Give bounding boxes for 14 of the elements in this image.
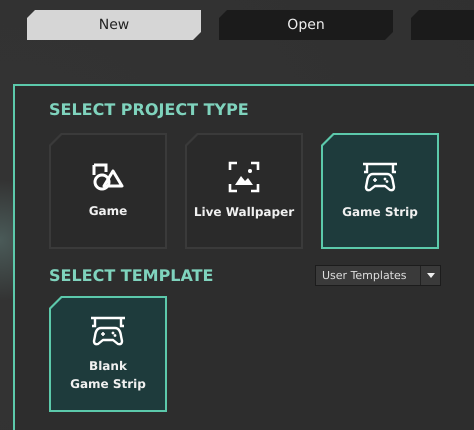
caret-icon <box>426 273 434 278</box>
image-frame-icon <box>228 161 260 193</box>
project-type-card[interactable]: Game <box>49 133 167 249</box>
tab[interactable]: Open <box>219 10 393 40</box>
template-dropdown[interactable]: User Templates <box>315 265 441 286</box>
project-type-card[interactable]: Live Wallpaper <box>185 133 303 249</box>
gamepad-table-icon <box>362 161 398 193</box>
section-heading: SELECT TEMPLATE <box>49 266 214 285</box>
template-card[interactable]: Blank Game Strip <box>49 296 167 412</box>
project-type-card[interactable]: Game Strip <box>321 133 439 249</box>
section-heading: SELECT PROJECT TYPE <box>49 100 250 119</box>
gamepad-table-icon <box>90 315 126 347</box>
shapes-icon <box>91 162 125 192</box>
tab[interactable]: New <box>27 10 201 40</box>
